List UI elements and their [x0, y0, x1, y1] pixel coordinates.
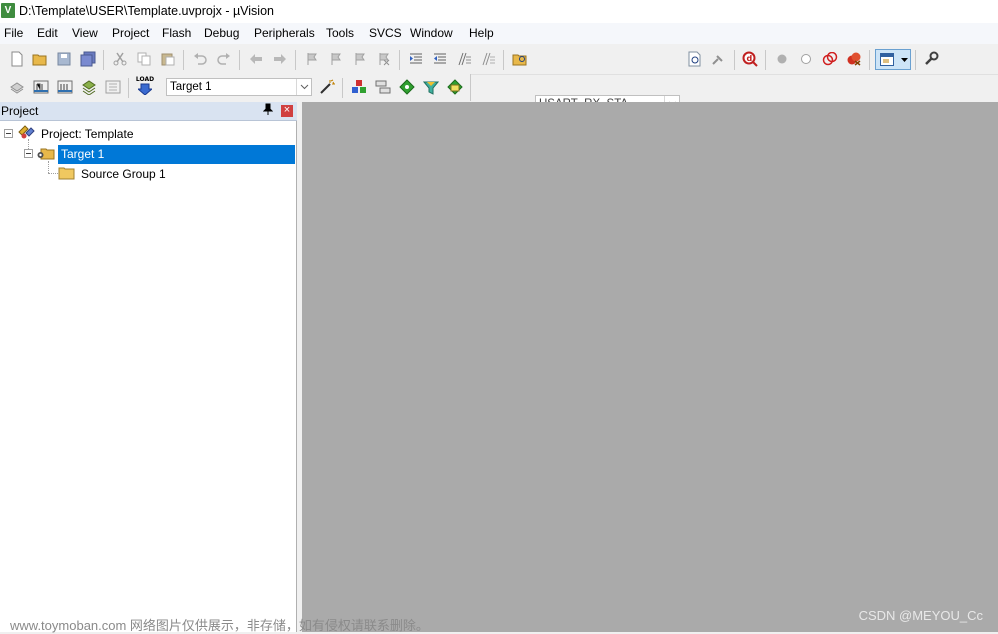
paste-icon[interactable]: [159, 50, 177, 68]
bookmark-prev-icon[interactable]: [327, 50, 345, 68]
build-toolbar: LOAD Target 1: [0, 74, 471, 101]
cut-icon[interactable]: [111, 50, 129, 68]
unindent-icon[interactable]: [431, 50, 449, 68]
new-file-icon[interactable]: [8, 50, 26, 68]
toolbar-separator: [915, 50, 916, 70]
toolbar-separator: [342, 78, 343, 98]
project-tree: Project: Template Target 1 Source Group …: [0, 121, 297, 632]
file-extensions-icon[interactable]: [374, 78, 392, 96]
insert-breakpoint-icon[interactable]: [773, 50, 791, 68]
uncomment-icon[interactable]: [479, 50, 497, 68]
indent-icon[interactable]: [407, 50, 425, 68]
select-software-packs-icon[interactable]: [422, 78, 440, 96]
menu-flash[interactable]: Flash: [162, 26, 191, 40]
menu-bar: File Edit View Project Flash Debug Perip…: [0, 23, 998, 44]
menu-window[interactable]: Window: [410, 26, 453, 40]
target-combo-value: Target 1: [170, 81, 212, 93]
navigate-back-icon[interactable]: [247, 50, 265, 68]
collapse-target-icon[interactable]: [24, 149, 33, 158]
target-combo[interactable]: Target 1: [166, 78, 312, 96]
menu-tools[interactable]: Tools: [326, 26, 354, 40]
bookmark-clear-icon[interactable]: [375, 50, 393, 68]
main-toolbar: USART_RX_STA d: [0, 45, 998, 113]
close-icon[interactable]: ×: [281, 105, 293, 117]
toolbar-separator: [103, 50, 104, 70]
menu-edit[interactable]: Edit: [37, 26, 58, 40]
target-folder-icon: [37, 146, 55, 163]
svg-text:d: d: [747, 54, 753, 63]
toolbar-separator: [503, 50, 504, 70]
caret-down-icon: [901, 58, 908, 62]
chevron-down-icon[interactable]: [296, 79, 311, 95]
configure-wrench-icon[interactable]: [922, 50, 940, 68]
kill-all-breakpoints-icon[interactable]: [845, 50, 863, 68]
enable-breakpoint-icon[interactable]: [797, 50, 815, 68]
editor-area[interactable]: [302, 102, 998, 632]
menu-help[interactable]: Help: [469, 26, 494, 40]
menu-debug[interactable]: Debug: [204, 26, 239, 40]
menu-file[interactable]: File: [4, 26, 23, 40]
toolbar-separator: [765, 50, 766, 70]
menu-project[interactable]: Project: [112, 26, 149, 40]
bookmark-icon[interactable]: [303, 50, 321, 68]
manage-project-items-icon[interactable]: [350, 78, 368, 96]
redo-icon[interactable]: [215, 50, 233, 68]
open-folder-icon[interactable]: [31, 50, 49, 68]
window-title: D:\Template\USER\Template.uvprojx - µVis…: [19, 4, 274, 18]
window-layout-button[interactable]: [875, 49, 911, 70]
download-load-icon[interactable]: LOAD: [136, 77, 154, 95]
disable-all-breakpoints-icon[interactable]: [821, 50, 839, 68]
toolbar-separator: [295, 50, 296, 70]
build-icon[interactable]: [32, 78, 50, 96]
tree-item-target[interactable]: Target 1: [58, 145, 295, 164]
save-icon[interactable]: [55, 50, 73, 68]
copy-icon[interactable]: [135, 50, 153, 68]
target-label: Target 1: [61, 147, 105, 161]
incremental-find-icon[interactable]: [710, 50, 728, 68]
toolbar-separator: [239, 50, 240, 70]
save-all-icon[interactable]: [79, 50, 97, 68]
menu-svcs[interactable]: SVCS: [369, 26, 402, 40]
project-panel-title: Project: [1, 104, 39, 118]
navigate-forward-icon[interactable]: [271, 50, 289, 68]
toolbar-separator: [183, 50, 184, 70]
project-panel-header: Project ×: [0, 102, 297, 121]
uv-logo-icon: V: [1, 3, 15, 18]
find-in-files-icon[interactable]: [511, 50, 529, 68]
batch-build-icon[interactable]: [80, 78, 98, 96]
toolbar-separator: [734, 50, 735, 70]
pin-icon[interactable]: [262, 103, 274, 118]
comment-icon[interactable]: [455, 50, 473, 68]
tree-connector: [48, 173, 58, 174]
target-options-wand-icon[interactable]: [318, 78, 336, 96]
collapse-root-icon[interactable]: [4, 129, 13, 138]
find-icon[interactable]: [686, 50, 704, 68]
toolbar-separator: [128, 78, 129, 98]
toolbar-separator: [869, 50, 870, 70]
menu-view[interactable]: View: [72, 26, 98, 40]
stop-build-icon[interactable]: [104, 78, 122, 96]
tree-item-project[interactable]: Project: Template: [41, 127, 134, 141]
translate-icon[interactable]: [8, 78, 26, 96]
toolbar-separator: [399, 50, 400, 70]
run-time-environment-icon[interactable]: [398, 78, 416, 96]
project-root-icon: [17, 124, 35, 143]
bookmark-next-icon[interactable]: [351, 50, 369, 68]
pack-installer-icon[interactable]: [446, 78, 464, 96]
rebuild-icon[interactable]: [56, 78, 74, 96]
start-debug-icon[interactable]: d: [741, 50, 759, 68]
group-folder-icon: [58, 166, 75, 183]
watermark-left: www.toymoban.com 网络图片仅供展示，非存储，如有侵权请联系删除。: [10, 618, 429, 633]
tree-item-source-group[interactable]: Source Group 1: [81, 167, 166, 181]
tree-connector: [28, 139, 29, 149]
watermark-right: CSDN @MEYOU_Cc: [858, 608, 983, 623]
menu-peripherals[interactable]: Peripherals: [254, 26, 315, 40]
title-bar: V D:\Template\USER\Template.uvprojx - µV…: [0, 0, 998, 23]
undo-icon[interactable]: [191, 50, 209, 68]
